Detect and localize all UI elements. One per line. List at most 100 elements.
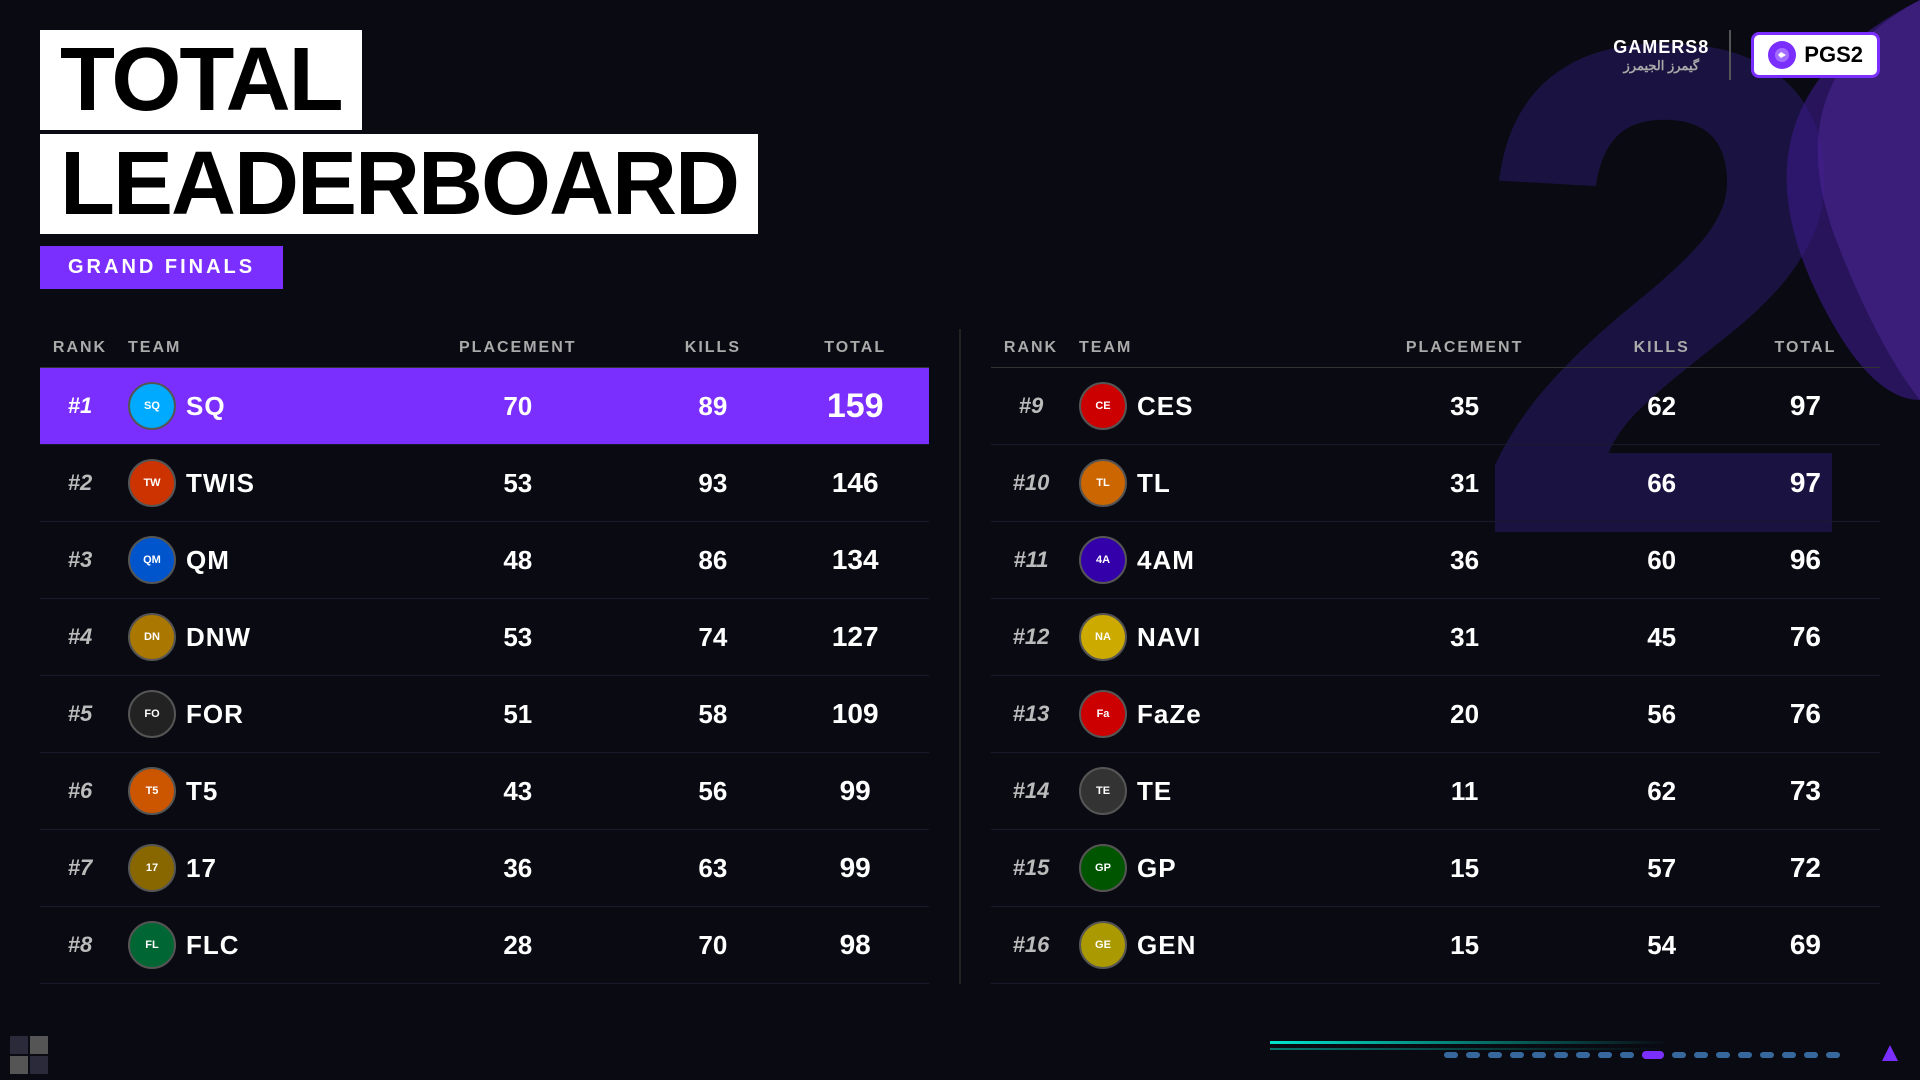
kills-cell: 66 [1593,445,1731,522]
team-cell: T5 T5 [120,753,391,830]
placement-cell: 20 [1337,676,1593,753]
pagination-dot[interactable] [1598,1052,1612,1058]
pagination-dot[interactable] [1510,1052,1524,1058]
pagination-dot[interactable] [1716,1052,1730,1058]
kills-cell: 57 [1593,830,1731,907]
pgs2-icon [1768,41,1796,69]
table-row: #13 Fa FaZe 20 56 76 [991,676,1880,753]
team-name: GP [1137,853,1177,884]
teal-accents [1270,1041,1670,1050]
team-cell: Fa FaZe [1071,676,1337,753]
tables-container: RANK TEAM PLACEMENT KILLS TOTAL #1 SQ SQ… [40,329,1880,984]
rank-cell: #14 [991,753,1071,830]
kills-cell: 62 [1593,368,1731,445]
placement-cell: 53 [391,599,644,676]
team-name: SQ [186,391,226,422]
pattern-cell [10,1056,28,1074]
pagination-dot[interactable] [1760,1052,1774,1058]
total-cell: 97 [1731,368,1880,445]
table-row: #10 TL TL 31 66 97 [991,445,1880,522]
team-name: TE [1137,776,1172,807]
kills-header: KILLS [644,329,781,368]
kills-cell: 63 [644,830,781,907]
rank-cell: #9 [991,368,1071,445]
table-row: #16 GE GEN 15 54 69 [991,907,1880,984]
right-placement-header: PLACEMENT [1337,329,1593,368]
pagination-dot[interactable] [1532,1052,1546,1058]
team-name: GEN [1137,930,1196,961]
table-row: #12 NA NAVI 31 45 76 [991,599,1880,676]
rank-cell: #7 [40,830,120,907]
right-rank-header: RANK [991,329,1071,368]
total-cell: 97 [1731,445,1880,522]
table-row: #4 DN DNW 53 74 127 [40,599,929,676]
right-table-body: #9 CE CES 35 62 97 #10 TL TL 31 66 97 #1… [991,368,1880,984]
pagination-dot[interactable] [1694,1052,1708,1058]
table-divider [959,329,961,984]
pagination-dot[interactable] [1672,1052,1686,1058]
table-header-row: RANK TEAM PLACEMENT KILLS TOTAL [40,329,929,368]
pagination-dot[interactable] [1738,1052,1752,1058]
placement-cell: 35 [1337,368,1593,445]
top-logos-area: GAMERS8 گيمرز الجيمرز PGS2 [1613,30,1880,80]
total-cell: 99 [781,830,929,907]
total-cell: 76 [1731,599,1880,676]
total-cell: 134 [781,522,929,599]
right-table-container: RANK TEAM PLACEMENT KILLS TOTAL #9 CE CE… [991,329,1880,984]
placement-cell: 53 [391,445,644,522]
kills-cell: 56 [1593,676,1731,753]
team-cell: TE TE [1071,753,1337,830]
team-cell: TL TL [1071,445,1337,522]
total-cell: 72 [1731,830,1880,907]
table-row: #7 17 17 36 63 99 [40,830,929,907]
placement-cell: 11 [1337,753,1593,830]
kills-cell: 89 [644,368,781,445]
table-row: #2 TW TWIS 53 93 146 [40,445,929,522]
rank-cell: #1 [40,368,120,445]
bottom-bar [0,1030,1920,1080]
pagination-dot[interactable] [1466,1052,1480,1058]
pagination-dots [1444,1051,1840,1059]
right-table-header-row: RANK TEAM PLACEMENT KILLS TOTAL [991,329,1880,368]
team-cell: SQ SQ [120,368,391,445]
kills-cell: 56 [644,753,781,830]
kills-cell: 86 [644,522,781,599]
table-row: #11 4A 4AM 36 60 96 [991,522,1880,599]
kills-cell: 93 [644,445,781,522]
team-name: NAVI [1137,622,1201,653]
kills-cell: 60 [1593,522,1731,599]
right-total-header: TOTAL [1731,329,1880,368]
kills-cell: 45 [1593,599,1731,676]
table-row: #6 T5 T5 43 56 99 [40,753,929,830]
team-name: DNW [186,622,251,653]
team-name: T5 [186,776,218,807]
team-cell: 4A 4AM [1071,522,1337,599]
placement-cell: 70 [391,368,644,445]
pagination-dot[interactable] [1620,1052,1634,1058]
rank-cell: #10 [991,445,1071,522]
rank-cell: #13 [991,676,1071,753]
pagination-dot[interactable] [1782,1052,1796,1058]
table-row: #8 FL FLC 28 70 98 [40,907,929,984]
rank-cell: #16 [991,907,1071,984]
placement-cell: 28 [391,907,644,984]
placement-cell: 48 [391,522,644,599]
pagination-dot[interactable] [1826,1052,1840,1058]
pgs2-text: PGS2 [1804,42,1863,68]
pagination-dot[interactable] [1554,1052,1568,1058]
rank-cell: #2 [40,445,120,522]
pagination-dot[interactable] [1642,1051,1664,1059]
left-table-container: RANK TEAM PLACEMENT KILLS TOTAL #1 SQ SQ… [40,329,929,984]
pagination-dot[interactable] [1488,1052,1502,1058]
total-cell: 109 [781,676,929,753]
placement-header: PLACEMENT [391,329,644,368]
placement-cell: 51 [391,676,644,753]
placement-cell: 36 [391,830,644,907]
placement-cell: 31 [1337,445,1593,522]
placement-cell: 31 [1337,599,1593,676]
pattern-cell [30,1036,48,1054]
logo-divider [1729,30,1731,80]
pagination-dot[interactable] [1576,1052,1590,1058]
pagination-dot[interactable] [1444,1052,1458,1058]
pagination-dot[interactable] [1804,1052,1818,1058]
